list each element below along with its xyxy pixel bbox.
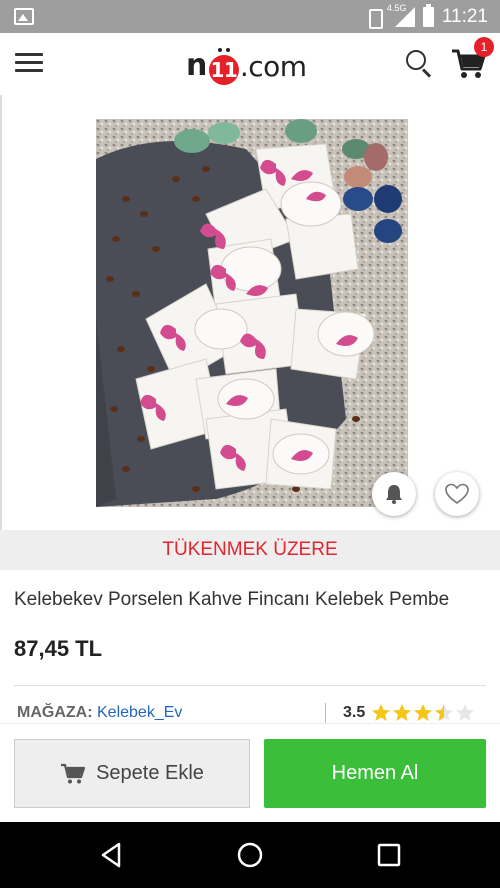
- star-icon: [393, 704, 412, 721]
- back-icon[interactable]: [97, 840, 127, 870]
- battery-icon: [422, 4, 434, 27]
- star-icon: [414, 704, 433, 721]
- add-to-basket-label: Sepete Ekle: [96, 762, 204, 784]
- star-icon: [372, 704, 391, 721]
- store-label: MAĞAZA:: [17, 704, 93, 721]
- bell-icon: [386, 485, 402, 504]
- buy-now-button[interactable]: Hemen Al: [264, 739, 486, 808]
- system-nav-bar: [0, 822, 500, 888]
- product-price: 87,45 TL: [14, 636, 103, 661]
- logo-bug: 11: [208, 48, 239, 85]
- menu-icon[interactable]: [15, 53, 43, 75]
- status-bar: 4.5G 11:21: [0, 0, 500, 33]
- star-icon: [456, 704, 475, 721]
- action-bar: Sepete Ekle Hemen Al: [0, 723, 500, 822]
- cart-count-badge: 1: [474, 37, 494, 57]
- home-icon[interactable]: [235, 840, 265, 870]
- notify-bell-button[interactable]: [372, 472, 416, 516]
- product-gallery[interactable]: [0, 95, 500, 530]
- product-title: Kelebekev Porselen Kahve Fincanı Kelebek…: [14, 589, 450, 610]
- recent-apps-icon[interactable]: [374, 840, 404, 870]
- vertical-divider: [325, 703, 326, 725]
- rating-summary[interactable]: 3.5: [343, 703, 475, 723]
- site-logo[interactable]: n 11 .com: [186, 47, 307, 85]
- favorite-button[interactable]: [435, 472, 479, 516]
- logo-com: .com: [239, 50, 307, 83]
- buy-now-label: Hemen Al: [331, 762, 419, 784]
- store-link[interactable]: Kelebek_Ev: [97, 704, 182, 721]
- image-icon: [14, 8, 34, 25]
- add-to-basket-button[interactable]: Sepete Ekle: [14, 739, 250, 808]
- stock-status-banner: TÜKENMEK ÜZERE: [0, 530, 500, 570]
- star-icon: [435, 704, 454, 721]
- divider: [14, 685, 486, 686]
- store-info: MAĞAZA: Kelebek_Ev: [17, 704, 182, 722]
- rating-stars: [371, 703, 475, 723]
- status-time: 11:21: [441, 6, 488, 27]
- signal-icon: 4.5G: [387, 3, 415, 27]
- product-image[interactable]: [96, 119, 408, 507]
- status-icons: 4.5G 11:21: [363, 3, 488, 29]
- vibrate-icon: [363, 9, 385, 29]
- rating-value: 3.5: [343, 704, 366, 721]
- cart-icon: [61, 763, 86, 783]
- logo-n: n: [186, 48, 207, 83]
- heart-icon: [445, 483, 469, 504]
- search-icon[interactable]: [404, 48, 434, 78]
- app-header: n 11 .com: [0, 33, 500, 95]
